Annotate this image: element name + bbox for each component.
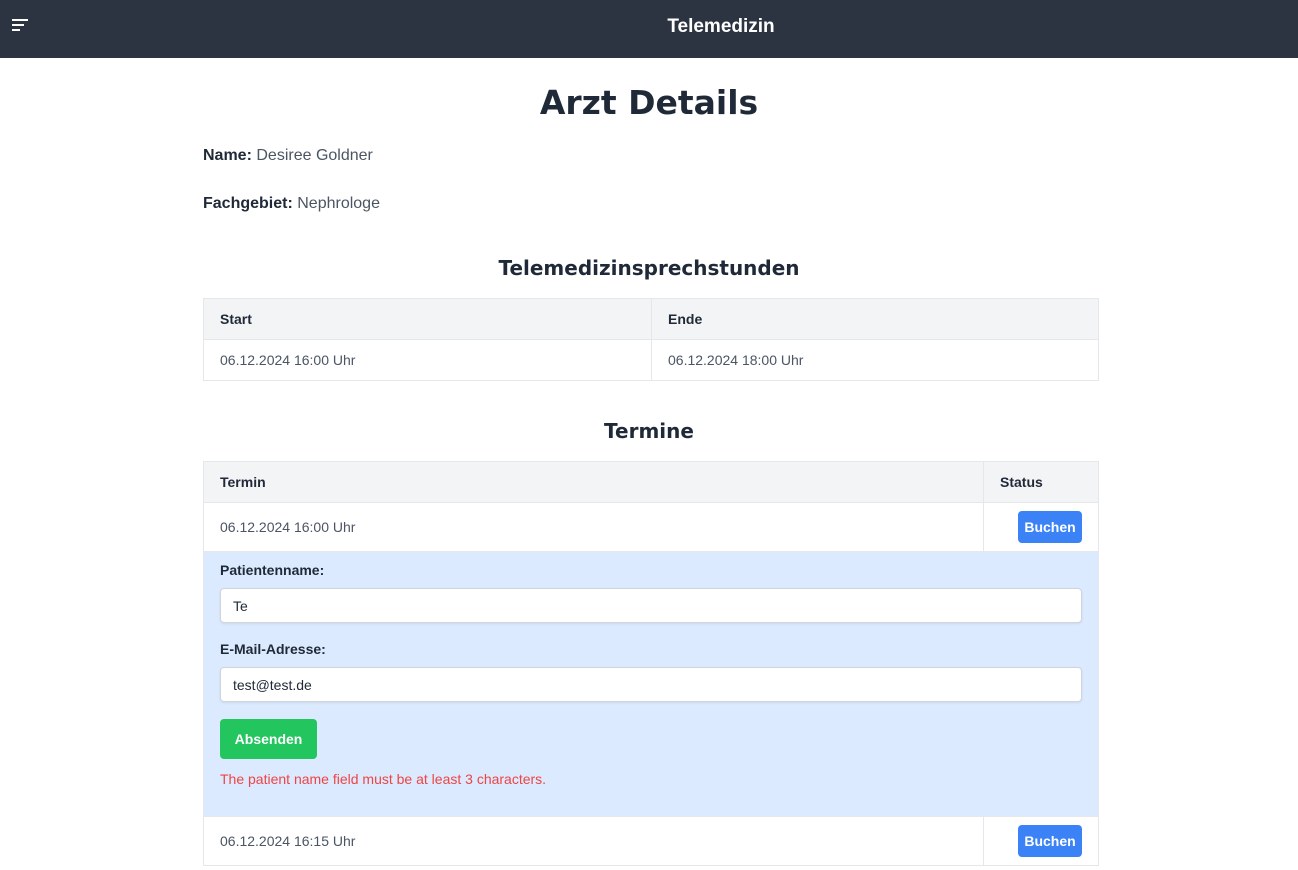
slot-end: 06.12.2024 18:00 Uhr bbox=[651, 339, 1099, 381]
booking-form: Patientenname: E-Mail-Adresse: Absenden … bbox=[203, 551, 1099, 817]
appointments-title: Termine bbox=[604, 419, 694, 443]
slot-start: 06.12.2024 16:00 Uhr bbox=[203, 339, 652, 381]
email-label: E-Mail-Adresse: bbox=[220, 641, 326, 657]
email-input[interactable] bbox=[220, 667, 1082, 702]
doctor-specialty-label: Fachgebiet: bbox=[203, 195, 293, 212]
top-navbar: Telemedizin bbox=[0, 0, 1298, 58]
booking-form-row: Patientenname: E-Mail-Adresse: Absenden … bbox=[203, 551, 1099, 817]
table-header-row: Start Ende bbox=[203, 298, 1099, 340]
table-row: 06.12.2024 16:15 Uhr Buchen bbox=[203, 816, 1099, 866]
column-header-status: Status bbox=[983, 461, 1099, 503]
submit-button[interactable]: Absenden bbox=[220, 719, 317, 759]
column-header-start: Start bbox=[203, 298, 652, 340]
book-button[interactable]: Buchen bbox=[1018, 825, 1082, 857]
validation-error: The patient name field must be at least … bbox=[220, 771, 547, 787]
doctor-name: Name: Desiree Goldner bbox=[203, 147, 373, 165]
column-header-end: Ende bbox=[651, 298, 1099, 340]
patient-name-input[interactable] bbox=[220, 588, 1082, 623]
doctor-specialty-value: Nephrologe bbox=[297, 195, 380, 212]
doctor-name-value: Desiree Goldner bbox=[256, 147, 373, 164]
column-header-termin: Termin bbox=[203, 461, 984, 503]
table-row: 06.12.2024 16:00 Uhr Buchen bbox=[203, 502, 1099, 552]
appointment-status: Buchen bbox=[983, 816, 1099, 866]
doctor-name-label: Name: bbox=[203, 147, 252, 164]
patient-name-label: Patientenname: bbox=[220, 562, 325, 578]
appointment-status: Buchen bbox=[983, 502, 1099, 552]
appointments-table: Termin Status 06.12.2024 16:00 Uhr Buche… bbox=[203, 461, 1099, 866]
office-hours-table: Start Ende 06.12.2024 16:00 Uhr 06.12.20… bbox=[203, 298, 1099, 381]
appointment-time: 06.12.2024 16:15 Uhr bbox=[203, 816, 984, 866]
doctor-specialty: Fachgebiet: Nephrologe bbox=[203, 195, 380, 213]
book-button[interactable]: Buchen bbox=[1018, 511, 1082, 543]
table-header-row: Termin Status bbox=[203, 461, 1099, 503]
office-hours-title: Telemedizinsprechstunden bbox=[498, 256, 800, 280]
app-title: Telemedizin bbox=[667, 16, 775, 37]
table-row: 06.12.2024 16:00 Uhr 06.12.2024 18:00 Uh… bbox=[203, 339, 1099, 381]
appointment-time: 06.12.2024 16:00 Uhr bbox=[203, 502, 984, 552]
page-title: Arzt Details bbox=[539, 83, 759, 122]
